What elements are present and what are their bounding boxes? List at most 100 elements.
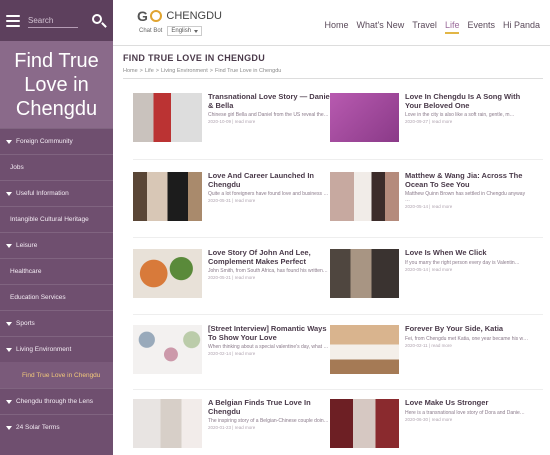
article-title[interactable]: Transnational Love Story — Daniel & Bell… — [208, 93, 333, 110]
article-thumbnail[interactable] — [330, 172, 399, 221]
sidebar-item[interactable]: Chengdu through the Lens — [0, 388, 113, 414]
sidebar-item-label: Education Services — [10, 294, 66, 301]
sidebar-item-label: Jobs — [10, 164, 24, 171]
article-body: Love Story Of John And Lee, Complement M… — [208, 249, 333, 319]
sidebar-item-label: Living Environment — [16, 346, 72, 353]
article-excerpt: When thinking about a special valentine'… — [208, 344, 329, 350]
article-meta[interactable]: 2020-10-09 | read more — [208, 119, 333, 124]
article-body: Love And Career Launched In Chengdu Quite… — [208, 172, 333, 242]
sidebar-item[interactable]: 24 Solar Terms — [0, 414, 113, 440]
article-meta[interactable]: 2020-02-14 | read more — [208, 351, 333, 356]
article-title[interactable]: [Street Interview] Romantic Ways To Show… — [208, 325, 333, 342]
chevron-down-icon — [6, 139, 12, 144]
article-title[interactable]: Love Make Us Stronger — [405, 399, 530, 408]
nav-item-travel[interactable]: Travel — [412, 20, 437, 34]
article-thumbnail[interactable] — [330, 399, 399, 448]
article-thumbnail[interactable] — [133, 249, 202, 298]
article-title[interactable]: Love In Chengdu Is A Song With Your Belo… — [405, 93, 530, 110]
sidebar-item[interactable]: Jobs — [0, 154, 113, 180]
article-meta[interactable]: 2020-05-14 | read more — [405, 204, 530, 209]
article-card[interactable]: Forever By Your Side, Katia Fei, from Che… — [330, 325, 530, 395]
article-thumbnail[interactable] — [330, 93, 399, 142]
sidebar-item-label: Healthcare — [10, 268, 42, 275]
nav-item-hi-panda[interactable]: Hi Panda — [503, 20, 540, 34]
article-card[interactable]: Love And Career Launched In Chengdu Quite… — [133, 172, 333, 242]
sidebar-top-bar — [0, 0, 113, 41]
sidebar-item[interactable]: Useful Information — [0, 180, 113, 206]
nav-item-what-s-new[interactable]: What's New — [357, 20, 405, 34]
sidebar-item-label: Chengdu through the Lens — [16, 398, 93, 405]
breadcrumb-link[interactable]: Living Environment — [161, 68, 208, 74]
article-title[interactable]: A Belgian Finds True Love In Chengdu — [208, 399, 333, 416]
language-value: English — [171, 28, 192, 34]
sidebar-item-label: Sports — [16, 320, 35, 327]
article-title[interactable]: Forever By Your Side, Katia — [405, 325, 530, 334]
row-divider — [133, 314, 543, 315]
article-thumbnail[interactable] — [133, 172, 202, 221]
chevron-down-icon — [6, 347, 12, 352]
article-title[interactable]: Love Is When We Click — [405, 249, 530, 258]
row-divider — [133, 159, 543, 160]
language-select[interactable]: English — [167, 26, 203, 36]
article-card[interactable]: Matthew & Wang Jia: Across The Ocean To … — [330, 172, 530, 242]
site-logo[interactable]: G CHENGDU — [137, 8, 222, 24]
sidebar-subitem-active[interactable]: Find True Love in Chengdu — [0, 362, 113, 388]
article-card[interactable]: Love Is When We Click If you marry the ri… — [330, 249, 530, 319]
search-icon[interactable] — [91, 13, 107, 29]
sidebar-item[interactable]: Education Services — [0, 284, 113, 310]
sidebar-item[interactable]: Intangible Cultural Heritage — [0, 206, 113, 232]
breadcrumb-link[interactable]: Find True Love in Chengdu — [215, 68, 281, 74]
sidebar-item-label: Leisure — [16, 242, 38, 249]
article-excerpt: John Smith, from South Africa, has found… — [208, 268, 328, 274]
article-meta[interactable]: 2020-06-30 | read more — [405, 417, 530, 422]
sidebar-item[interactable]: Leisure — [0, 232, 113, 258]
main-content: FIND TRUE LOVE IN CHENGDU Home > Life > Livi… — [113, 45, 550, 455]
divider — [123, 78, 543, 79]
article-card[interactable]: Love Make Us Stronger Here is a transnati… — [330, 399, 530, 455]
article-meta[interactable]: 2020-05-31 | read more — [208, 198, 333, 203]
sidebar: Find True Love in Chengdu Foreign Commun… — [0, 0, 113, 455]
article-thumbnail[interactable] — [133, 93, 202, 142]
nav-item-events[interactable]: Events — [467, 20, 495, 34]
article-card[interactable]: A Belgian Finds True Love In Chengdu The … — [133, 399, 333, 455]
nav-item-life[interactable]: Life — [444, 20, 460, 34]
article-excerpt: Fei, from Chengdu met Katia, one year be… — [405, 335, 529, 342]
article-card[interactable]: [Street Interview] Romantic Ways To Show… — [133, 325, 333, 395]
logo-ring-icon — [150, 10, 163, 22]
hamburger-menu-icon[interactable] — [6, 14, 20, 27]
article-body: Forever By Your Side, Katia Fei, from Che… — [405, 325, 530, 395]
article-excerpt: Here is a transnational love story of Do… — [405, 409, 525, 416]
article-meta[interactable]: 2020-01-23 | read more — [208, 425, 333, 430]
article-thumbnail[interactable] — [133, 399, 202, 448]
article-card[interactable]: Love Story Of John And Lee, Complement M… — [133, 249, 333, 319]
breadcrumb-link[interactable]: Home — [123, 68, 138, 74]
article-title[interactable]: Love And Career Launched In Chengdu — [208, 172, 333, 189]
article-body: Love In Chengdu Is A Song With Your Belo… — [405, 93, 530, 163]
sidebar-item[interactable]: Sports — [0, 310, 113, 336]
article-thumbnail[interactable] — [330, 325, 399, 374]
article-body: [Street Interview] Romantic Ways To Show… — [208, 325, 333, 395]
article-card[interactable]: Transnational Love Story — Daniel & Bell… — [133, 93, 333, 163]
sidebar-item-label: Intangible Cultural Heritage — [10, 216, 89, 223]
article-meta[interactable]: 2020-05-14 | read more — [405, 267, 530, 272]
sidebar-item[interactable]: Foreign Community — [0, 128, 113, 154]
chevron-down-icon — [6, 243, 12, 248]
nav-item-home[interactable]: Home — [325, 20, 349, 34]
breadcrumb-link[interactable]: Life — [145, 68, 154, 74]
breadcrumb-separator: > — [139, 68, 143, 74]
chevron-down-icon — [6, 399, 12, 404]
article-meta[interactable]: 2020-02-11 | read more — [405, 343, 530, 348]
article-body: Love Make Us Stronger Here is a transnati… — [405, 399, 530, 455]
page-title: FIND TRUE LOVE IN CHENGDU — [123, 53, 266, 63]
article-card[interactable]: Love In Chengdu Is A Song With Your Belo… — [330, 93, 530, 163]
article-title[interactable]: Love Story Of John And Lee, Complement M… — [208, 249, 333, 266]
search-input[interactable] — [28, 13, 78, 28]
sidebar-item[interactable]: Living Environment — [0, 336, 113, 362]
chat-bot-link[interactable]: Chat Bot — [139, 28, 162, 34]
sidebar-item[interactable]: Healthcare — [0, 258, 113, 284]
article-meta[interactable]: 2020-05-21 | read more — [208, 275, 333, 280]
article-thumbnail[interactable] — [133, 325, 202, 374]
article-title[interactable]: Matthew & Wang Jia: Across The Ocean To … — [405, 172, 530, 189]
article-meta[interactable]: 2020-09-27 | read more — [405, 119, 530, 124]
article-thumbnail[interactable] — [330, 249, 399, 298]
